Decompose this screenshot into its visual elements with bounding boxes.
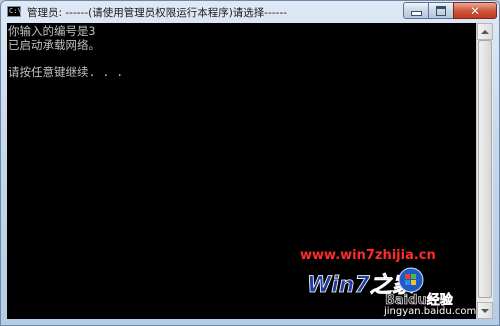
console-line: 请按任意键继续. . . (8, 64, 124, 79)
cmd-app-icon[interactable]: C:\ (7, 6, 22, 17)
windows-flag-icon (398, 267, 424, 293)
app-icon-text: C:\ (9, 7, 22, 15)
title-bar[interactable]: C:\ 管理员: ------(请使用管理员权限运行本程序)请选择------ … (1, 1, 499, 23)
console-line: 已启动承载网络。 (8, 37, 100, 52)
scroll-up-button[interactable] (477, 23, 493, 40)
console-line: 你输入的编号是3 (8, 24, 96, 38)
scrollbar-thumb[interactable] (478, 40, 492, 298)
watermark-url: www.win7zhijia.cn (300, 248, 436, 263)
arrow-down-icon (481, 308, 489, 313)
maximize-icon (436, 5, 446, 16)
close-button[interactable]: ✕ (453, 2, 497, 19)
arrow-up-icon (481, 29, 489, 34)
baidu-jingyan-text: Baidu经验 (385, 292, 454, 306)
minimize-button[interactable] (403, 2, 429, 19)
window-title: 管理员: ------(请使用管理员权限运行本程序)请选择------ (27, 7, 288, 19)
minimize-icon (410, 11, 422, 16)
maximize-button[interactable] (428, 2, 454, 19)
close-icon: ✕ (469, 3, 481, 18)
win7-watermark-logo: Win7之家 Baidu经验 (307, 267, 454, 306)
watermark-site: jingyan.baidu.com (384, 306, 477, 317)
